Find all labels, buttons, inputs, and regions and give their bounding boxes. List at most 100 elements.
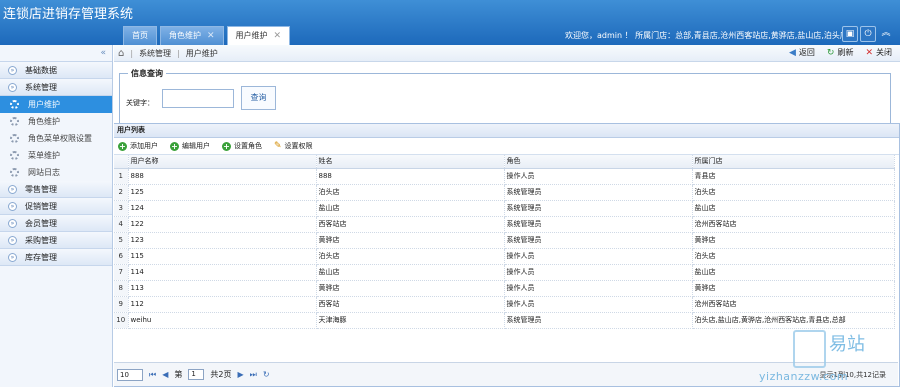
table-row[interactable]: 2 125 泊头店 系统管理员 泊头店 <box>114 184 895 201</box>
reload-icon[interactable]: ↻ <box>263 370 270 379</box>
page-size-select[interactable]: 10 <box>117 368 143 381</box>
home-icon[interactable]: ⌂ <box>118 48 124 59</box>
cell-role: 操作人员 <box>504 248 693 265</box>
sidebar-group-label: 库存管理 <box>25 252 57 262</box>
next-page-icon[interactable]: ▶ <box>237 370 243 379</box>
app-window: 连锁店进销存管理系统 首页 角色维护 ✕ 用户维护 ✕ 欢迎您，admin ！ 所属… <box>0 0 900 387</box>
query-legend: 信息查询 <box>128 68 166 79</box>
set-permission-button[interactable]: ✎ 设置权限 <box>274 141 313 151</box>
table-row[interactable]: 6 115 泊头店 操作人员 泊头店 <box>114 248 895 265</box>
row-number: 9 <box>114 296 129 313</box>
table-row[interactable]: 10 weihu 天津海豚 系统管理员 泊头店,盐山店,黄骅店,沧州西客站店,青县店,总… <box>114 312 895 329</box>
add-user-button[interactable]: + 添加用户 <box>118 141 158 151</box>
tab-user-maintenance[interactable]: 用户维护 ✕ <box>226 26 291 45</box>
table-header-row: 用户名称 姓名 角色 所属门店 <box>114 155 895 169</box>
close-icon[interactable]: ✕ <box>274 27 282 45</box>
table-row[interactable]: 5 123 黄骅店 系统管理员 黄骅店 <box>114 232 895 249</box>
prev-page-icon[interactable]: ◀ <box>162 370 168 379</box>
close-label: 关闭 <box>876 48 892 57</box>
watermark-logo-icon <box>793 330 826 368</box>
table-row[interactable]: 4 122 西客站店 系统管理员 沧州西客站店 <box>114 216 895 233</box>
cell-username: 122 <box>128 216 317 233</box>
sidebar-group-inventory[interactable]: » 库存管理 <box>0 249 112 266</box>
cell-username: 123 <box>128 232 317 249</box>
chevron-up-icon[interactable]: ︽ <box>878 26 894 42</box>
set-permission-label: 设置权限 <box>284 142 313 150</box>
table-row[interactable]: 3 124 盐山店 系统管理员 盐山店 <box>114 200 895 217</box>
user-list-panel: 用户列表 + 添加用户 + 编辑用户 + 设置角色 ✎ 设置权限 用户名称 姓名 角色 … <box>114 123 900 387</box>
sidebar-group-label: 零售管理 <box>25 184 57 194</box>
set-role-label: 设置角色 <box>234 142 262 150</box>
sidebar-group-label: 采购管理 <box>25 235 57 245</box>
gear-icon <box>10 151 19 160</box>
table-row[interactable]: 1 888 888 操作人员 青县店 <box>114 168 895 185</box>
cell-name: 888 <box>316 168 505 185</box>
sidebar-group-system[interactable]: » 系统管理 <box>0 79 112 96</box>
cell-role: 系统管理员 <box>504 184 693 201</box>
column-header-store[interactable]: 所属门店 <box>692 155 895 169</box>
breadcrumb-item[interactable]: 系统管理 <box>139 48 171 59</box>
back-icon: ◀ <box>788 47 796 58</box>
sidebar-group-basic-data[interactable]: » 基础数据 <box>0 62 112 79</box>
cell-name: 天津海豚 <box>316 312 505 329</box>
edit-user-label: 编辑用户 <box>182 142 210 150</box>
keyword-input[interactable] <box>162 89 234 108</box>
tab-label: 用户维护 <box>235 31 268 40</box>
header-buttons: ▣ ⏻ ︽ <box>842 26 894 42</box>
power-icon[interactable]: ⏻ <box>860 26 876 42</box>
edit-user-button[interactable]: + 编辑用户 <box>170 141 210 151</box>
sidebar-item-user-maintenance[interactable]: 用户维护 <box>0 96 112 113</box>
gear-icon <box>10 100 19 109</box>
cell-store: 青县店 <box>692 168 895 185</box>
breadcrumb-separator: | <box>177 48 180 58</box>
tab-role-maintenance[interactable]: 角色维护 ✕ <box>160 26 224 45</box>
cell-username: 112 <box>128 296 317 313</box>
breadcrumb-separator: | <box>130 48 134 58</box>
current-page-input[interactable]: 1 <box>188 369 205 380</box>
add-user-label: 添加用户 <box>130 142 158 150</box>
column-header-role[interactable]: 角色 <box>504 155 693 169</box>
sidebar-item-role-maintenance[interactable]: 角色维护 <box>0 113 112 130</box>
refresh-button[interactable]: ↻ 刷新 <box>827 47 854 58</box>
sidebar-group-member[interactable]: » 会员管理 <box>0 215 112 232</box>
cell-name: 泊头店 <box>316 248 505 265</box>
sidebar-item-label: 角色菜单权限设置 <box>28 134 92 143</box>
cell-username: 115 <box>128 248 317 265</box>
collapse-sidebar-icon[interactable]: « <box>0 45 112 62</box>
cell-role: 操作人员 <box>504 168 693 185</box>
table-row[interactable]: 9 112 西客站 操作人员 沧州西客站店 <box>114 296 895 313</box>
close-button[interactable]: ✕ 关闭 <box>865 47 892 58</box>
cell-name: 黄骅店 <box>316 280 505 297</box>
lock-icon[interactable]: ▣ <box>842 26 858 42</box>
column-header-name[interactable]: 姓名 <box>316 155 505 169</box>
cell-store: 盐山店 <box>692 200 895 217</box>
sidebar-group-promotion[interactable]: » 促销管理 <box>0 198 112 215</box>
table-row[interactable]: 7 114 盐山店 操作人员 盐山店 <box>114 264 895 281</box>
sidebar-group-retail[interactable]: » 零售管理 <box>0 181 112 198</box>
breadcrumb: ⌂ | 系统管理 | 用户维护 ◀ 返回 ↻ 刷新 ✕ 关闭 <box>114 45 900 62</box>
back-button[interactable]: ◀ 返回 <box>789 47 815 58</box>
sidebar-item-site-log[interactable]: 网站日志 <box>0 164 112 181</box>
sidebar-group-label: 会员管理 <box>25 218 57 228</box>
first-page-icon[interactable]: ⏮ <box>149 370 156 380</box>
set-role-button[interactable]: + 设置角色 <box>222 141 262 151</box>
table-row[interactable]: 8 113 黄骅店 操作人员 黄骅店 <box>114 280 895 297</box>
sidebar-group-purchase[interactable]: » 采购管理 <box>0 232 112 249</box>
cell-store: 泊头店,盐山店,黄骅店,沧州西客站店,青县店,总部 <box>692 312 895 329</box>
row-number: 8 <box>114 280 129 297</box>
tab-home[interactable]: 首页 <box>123 26 157 45</box>
sidebar-item-role-menu-permission[interactable]: 角色菜单权限设置 <box>0 130 112 147</box>
query-button[interactable]: 查询 <box>241 86 276 110</box>
cell-name: 西客站 <box>316 296 505 313</box>
cell-name: 盐山店 <box>316 264 505 281</box>
cell-username: 114 <box>128 264 317 281</box>
cell-role: 操作人员 <box>504 280 693 297</box>
column-header-username[interactable]: 用户名称 <box>128 155 317 169</box>
sidebar-item-menu-maintenance[interactable]: 菜单维护 <box>0 147 112 164</box>
gear-icon <box>10 134 19 143</box>
last-page-icon[interactable]: ⏭ <box>250 370 257 380</box>
cell-store: 盐山店 <box>692 264 895 281</box>
cell-store: 黄骅店 <box>692 280 895 297</box>
refresh-label: 刷新 <box>837 48 854 57</box>
close-icon[interactable]: ✕ <box>207 27 215 45</box>
